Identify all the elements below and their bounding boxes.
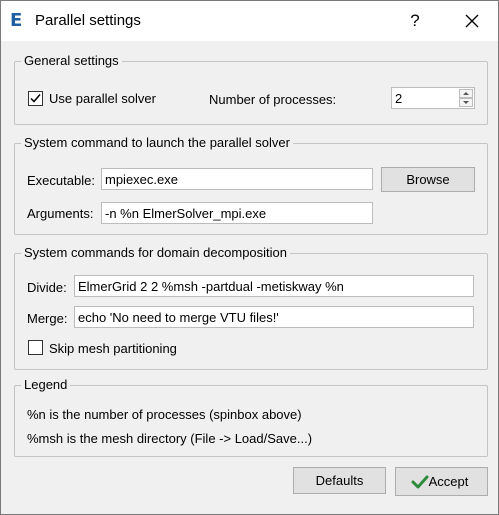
checkmark-icon xyxy=(30,94,41,103)
arrow-up-icon xyxy=(463,92,469,95)
num-processes-spinbox[interactable]: 2 xyxy=(391,87,475,109)
domain-decomposition-group: System commands for domain decomposition… xyxy=(14,245,488,370)
legend-title: Legend xyxy=(21,377,71,392)
arguments-label: Arguments: xyxy=(27,206,94,221)
close-button[interactable] xyxy=(458,9,486,33)
spin-up-button[interactable] xyxy=(459,89,473,98)
spin-down-button[interactable] xyxy=(459,98,473,107)
use-parallel-checkbox[interactable] xyxy=(28,91,43,106)
elmer-app-icon: E xyxy=(10,10,23,31)
spinbox-arrows xyxy=(459,89,473,107)
merge-input[interactable]: echo 'No need to merge VTU files!' xyxy=(74,306,474,328)
divide-input[interactable]: ElmerGrid 2 2 %msh -partdual -metiskway … xyxy=(74,275,474,297)
legend-group: Legend %n is the number of processes (sp… xyxy=(14,377,488,457)
domain-decomposition-title: System commands for domain decomposition xyxy=(21,245,291,260)
launch-command-title: System command to launch the parallel so… xyxy=(21,135,293,150)
use-parallel-label: Use parallel solver xyxy=(49,91,156,106)
divide-label: Divide: xyxy=(27,280,67,295)
legend-line-processes: %n is the number of processes (spinbox a… xyxy=(27,407,302,422)
num-processes-label: Number of processes: xyxy=(209,92,337,107)
legend-line-mesh: %msh is the mesh directory (File -> Load… xyxy=(27,431,313,446)
checkmark-icon xyxy=(411,475,429,489)
defaults-button[interactable]: Defaults xyxy=(293,467,386,494)
browse-button[interactable]: Browse xyxy=(381,167,475,192)
general-settings-title: General settings xyxy=(21,53,122,68)
help-button[interactable]: ? xyxy=(401,9,429,33)
skip-mesh-partitioning-label: Skip mesh partitioning xyxy=(49,341,177,356)
merge-label: Merge: xyxy=(27,311,68,326)
arrow-down-icon xyxy=(463,101,469,104)
skip-mesh-partitioning-checkbox[interactable] xyxy=(28,340,43,355)
num-processes-value: 2 xyxy=(395,91,403,106)
general-settings-group: General settings Use parallel solver Num… xyxy=(14,53,488,125)
accept-button-label: Accept xyxy=(428,474,469,489)
window-title: Parallel settings xyxy=(35,12,141,29)
executable-label: Executable: xyxy=(27,173,95,188)
executable-input[interactable]: mpiexec.exe xyxy=(101,168,373,190)
title-bar: E Parallel settings ? xyxy=(1,1,498,41)
arguments-input[interactable]: -n %n ElmerSolver_mpi.exe xyxy=(101,202,373,224)
launch-command-group: System command to launch the parallel so… xyxy=(14,135,488,235)
accept-button[interactable]: Accept xyxy=(395,467,488,496)
close-icon xyxy=(465,14,479,28)
parallel-settings-dialog: E Parallel settings ? General settings U… xyxy=(0,0,499,515)
